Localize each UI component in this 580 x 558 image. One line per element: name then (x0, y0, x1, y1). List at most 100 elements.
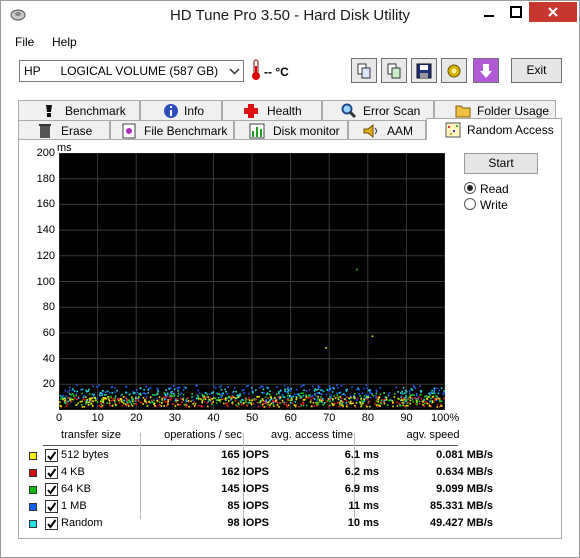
data-point (432, 396, 434, 398)
data-point (342, 393, 345, 395)
data-point (110, 395, 112, 398)
data-point (122, 396, 125, 398)
series-checkbox[interactable] (45, 500, 58, 513)
tab-aam-label: AAM (387, 124, 414, 138)
data-point (262, 399, 264, 402)
write-radio[interactable] (464, 198, 476, 210)
maximize-icon (510, 6, 522, 18)
copy-screenshot-button[interactable] (381, 58, 407, 83)
data-point (124, 403, 127, 406)
data-point (409, 399, 412, 402)
data-point (305, 394, 307, 396)
download-button[interactable] (473, 58, 499, 83)
data-point (334, 397, 337, 399)
tab-health[interactable]: Health (222, 100, 322, 120)
data-point (435, 398, 437, 400)
data-point (377, 398, 380, 400)
y-tick-label: 200 (36, 147, 55, 159)
data-point (154, 394, 156, 396)
tab-erase[interactable]: Erase (18, 120, 110, 140)
data-point (88, 393, 91, 395)
y-tick-label: 180 (36, 172, 55, 185)
data-point (400, 397, 403, 399)
data-point (286, 406, 288, 408)
data-point (270, 402, 272, 405)
data-point (164, 394, 167, 396)
exit-button[interactable]: Exit (511, 58, 562, 83)
data-point (88, 388, 90, 391)
data-point (325, 400, 328, 403)
data-point (366, 387, 368, 389)
data-point (349, 402, 351, 405)
data-point (438, 389, 440, 392)
data-point (273, 405, 275, 407)
tab-aam[interactable]: AAM (348, 120, 426, 140)
series-checkbox[interactable] (45, 517, 58, 530)
drive-select[interactable]: HP LOGICAL VOLUME (587 GB) (19, 60, 244, 82)
data-point (340, 385, 343, 387)
checkmark-icon (47, 468, 57, 478)
series-checkbox[interactable] (45, 449, 58, 462)
tab-disk-monitor[interactable]: Disk monitor (234, 120, 348, 140)
data-point (120, 400, 123, 403)
tab-file-benchmark[interactable]: File Benchmark (110, 120, 234, 140)
data-point (412, 384, 415, 387)
data-point (151, 399, 153, 402)
minimize-icon (484, 15, 494, 17)
data-point (309, 401, 312, 404)
data-point (429, 400, 431, 402)
data-point (428, 396, 430, 398)
menu-file[interactable]: File (15, 35, 34, 49)
data-point (396, 405, 399, 407)
menu-help[interactable]: Help (52, 35, 77, 49)
data-point (131, 405, 134, 407)
data-point (359, 401, 362, 403)
minimize-button[interactable] (475, 2, 503, 22)
data-point (230, 397, 233, 400)
data-point (320, 389, 322, 392)
data-point (336, 392, 338, 394)
row-access-time: 6.1 ms (344, 449, 379, 461)
data-point (309, 396, 311, 399)
tab-error-scan[interactable]: Error Scan (322, 100, 434, 120)
series-checkbox[interactable] (45, 466, 58, 479)
data-point (64, 402, 67, 405)
data-point (151, 394, 154, 396)
data-point (221, 395, 223, 397)
tab-file-benchmark-label: File Benchmark (144, 124, 228, 138)
tab-info[interactable]: Info (140, 100, 222, 120)
data-point (274, 397, 276, 399)
data-point (225, 390, 227, 393)
data-point (300, 403, 302, 405)
copy-info-button[interactable] (351, 58, 377, 83)
data-point (85, 403, 87, 405)
save-button[interactable] (411, 58, 437, 83)
data-point (218, 386, 221, 388)
maximize-button[interactable] (503, 2, 529, 22)
series-checkbox[interactable] (45, 483, 58, 496)
data-point (164, 401, 167, 403)
data-point (167, 399, 170, 401)
data-point (100, 400, 102, 403)
data-point (172, 403, 174, 405)
tab-benchmark[interactable]: Benchmark (18, 100, 140, 120)
data-point (224, 397, 227, 399)
data-point (120, 398, 122, 400)
data-point (313, 390, 316, 392)
data-point (258, 395, 260, 398)
start-button[interactable]: Start (464, 153, 538, 174)
tab-random-access[interactable]: Random Access (426, 118, 562, 140)
data-point (276, 401, 279, 404)
read-radio[interactable] (464, 182, 476, 194)
data-point (255, 398, 257, 401)
data-point (278, 406, 280, 408)
data-point (426, 398, 429, 401)
data-point (152, 402, 155, 404)
menu-bar: File Help (1, 32, 579, 52)
data-point (246, 404, 248, 407)
close-button[interactable] (529, 2, 577, 22)
data-point (211, 398, 213, 400)
data-point (108, 398, 110, 400)
options-button[interactable] (441, 58, 467, 83)
tab-folder-usage[interactable]: Folder Usage (434, 100, 556, 120)
